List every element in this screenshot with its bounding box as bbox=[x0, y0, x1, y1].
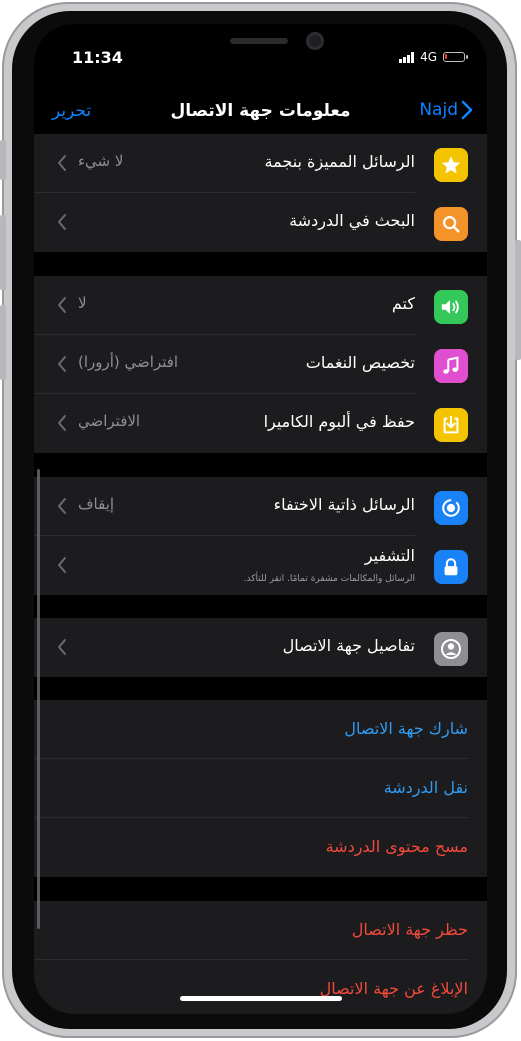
mute-row[interactable]: كتم لا bbox=[34, 276, 487, 335]
clear-chat-row[interactable]: مسح محتوى الدردشة bbox=[34, 818, 487, 877]
chevron-left-icon bbox=[58, 155, 66, 171]
search-icon bbox=[434, 207, 468, 241]
chevron-left-icon bbox=[58, 498, 66, 514]
chat-actions-group: شارك جهة الاتصال نقل الدردشة مسح محتوى ا… bbox=[34, 700, 487, 877]
starred-messages-value: لا شيء bbox=[78, 152, 124, 170]
speaker-grille bbox=[230, 38, 288, 44]
signal-icon bbox=[399, 51, 415, 63]
custom-tones-row[interactable]: تخصيص النغمات افتراضي (أرورا) bbox=[34, 335, 487, 394]
chevron-left-icon bbox=[58, 415, 66, 431]
save-to-camera-roll-row[interactable]: حفظ في ألبوم الكاميرا الافتراضي bbox=[34, 394, 487, 453]
disappearing-messages-label: الرسائل ذاتية الاختفاء bbox=[273, 495, 415, 514]
power-button bbox=[515, 240, 521, 360]
chat-tools-group: الرسائل المميزة بنجمة لا شيء البحث في ال… bbox=[34, 134, 487, 252]
custom-tones-label: تخصيص النغمات bbox=[305, 353, 415, 372]
disappearing-messages-value: إيقاف bbox=[78, 495, 115, 513]
screen: 11:34 4G تحرير معلومات جهة الاتصال Najd … bbox=[34, 24, 487, 1014]
chevron-right-icon bbox=[461, 100, 473, 120]
status-time: 11:34 bbox=[72, 48, 123, 67]
save-download-icon bbox=[434, 408, 468, 442]
volume-up-button bbox=[0, 215, 6, 290]
disappearing-messages-row[interactable]: الرسائل ذاتية الاختفاء إيقاف bbox=[34, 477, 487, 536]
report-contact-row[interactable]: الإبلاغ عن جهة الاتصال bbox=[34, 960, 487, 1014]
save-to-camera-roll-label: حفظ في ألبوم الكاميرا bbox=[263, 412, 415, 431]
export-chat-label: نقل الدردشة bbox=[383, 778, 468, 797]
navigation-bar: تحرير معلومات جهة الاتصال Najd bbox=[34, 94, 487, 134]
share-contact-row[interactable]: شارك جهة الاتصال bbox=[34, 700, 487, 759]
speaker-icon bbox=[434, 290, 468, 324]
encryption-label: التشفير bbox=[364, 546, 415, 565]
share-contact-label: شارك جهة الاتصال bbox=[344, 719, 468, 738]
volume-down-button bbox=[0, 305, 6, 380]
notification-settings-group: كتم لا تخصيص النغمات افتراضي (أرورا) حفظ… bbox=[34, 276, 487, 453]
custom-tones-value: افتراضي (أرورا) bbox=[78, 353, 179, 371]
music-note-icon bbox=[434, 349, 468, 383]
chevron-left-icon bbox=[58, 639, 66, 655]
mute-value: لا bbox=[78, 294, 87, 312]
search-chat-row[interactable]: البحث في الدردشة bbox=[34, 193, 487, 252]
starred-messages-row[interactable]: الرسائل المميزة بنجمة لا شيء bbox=[34, 134, 487, 193]
clear-chat-label: مسح محتوى الدردشة bbox=[325, 837, 468, 856]
starred-messages-label: الرسائل المميزة بنجمة bbox=[264, 152, 415, 171]
save-to-camera-roll-value: الافتراضي bbox=[78, 412, 141, 430]
encryption-row[interactable]: التشفير الرسائل والمكالمات مشفرة تمامًا.… bbox=[34, 536, 487, 595]
encryption-sublabel: الرسائل والمكالمات مشفرة تمامًا. انقر لل… bbox=[243, 574, 415, 584]
back-button[interactable]: Najd bbox=[419, 100, 473, 120]
mute-label: كتم bbox=[391, 294, 415, 313]
star-icon bbox=[434, 148, 468, 182]
chevron-left-icon bbox=[58, 297, 66, 313]
chevron-left-icon bbox=[58, 214, 66, 230]
status-indicators: 4G bbox=[399, 50, 468, 64]
block-contact-row[interactable]: حظر جهة الاتصال bbox=[34, 901, 487, 960]
contact-details-row[interactable]: تفاصيل جهة الاتصال bbox=[34, 618, 487, 677]
contact-icon bbox=[434, 632, 468, 666]
timer-icon bbox=[434, 491, 468, 525]
contact-details-label: تفاصيل جهة الاتصال bbox=[282, 636, 415, 655]
lock-icon bbox=[434, 550, 468, 584]
privacy-group: الرسائل ذاتية الاختفاء إيقاف التشفير الر… bbox=[34, 477, 487, 595]
front-camera bbox=[306, 32, 324, 50]
network-label: 4G bbox=[420, 50, 437, 64]
battery-icon bbox=[443, 52, 468, 62]
search-chat-label: البحث في الدردشة bbox=[289, 211, 415, 230]
chevron-left-icon bbox=[58, 356, 66, 372]
contact-details-group: تفاصيل جهة الاتصال bbox=[34, 618, 487, 677]
home-indicator[interactable] bbox=[180, 996, 342, 1001]
report-contact-label: الإبلاغ عن جهة الاتصال bbox=[319, 979, 468, 998]
export-chat-row[interactable]: نقل الدردشة bbox=[34, 759, 487, 818]
notch bbox=[134, 24, 388, 66]
chevron-left-icon bbox=[58, 557, 66, 573]
mute-switch bbox=[0, 140, 6, 180]
scroll-indicator[interactable] bbox=[37, 469, 40, 929]
back-label: Najd bbox=[419, 100, 458, 120]
block-contact-label: حظر جهة الاتصال bbox=[351, 920, 468, 939]
